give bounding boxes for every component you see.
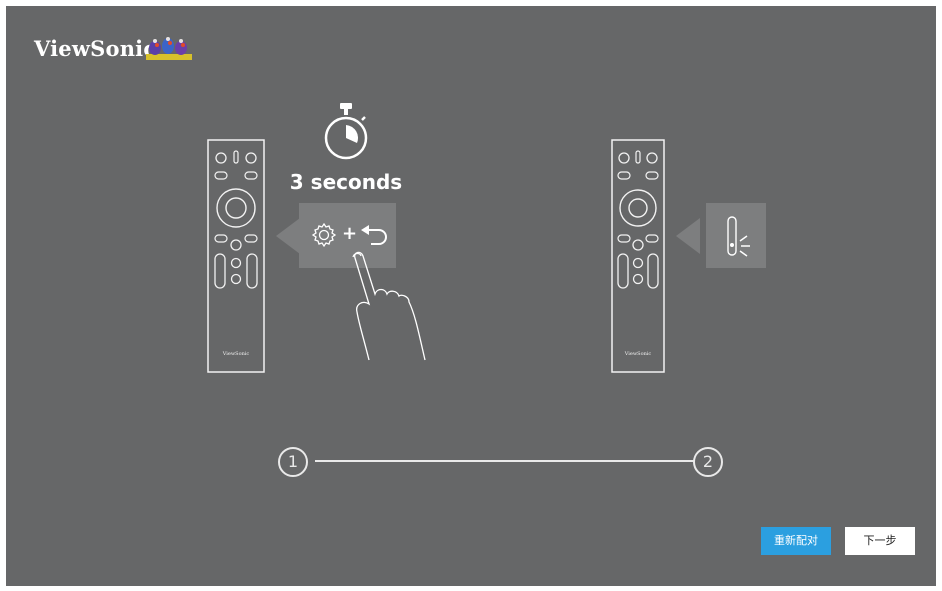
next-button[interactable]: 下一步 — [845, 527, 915, 555]
callout-pointer — [676, 218, 700, 254]
back-arrow-icon — [361, 225, 387, 245]
pairing-screen: ViewSonic ViewSonic 3 seconds + ViewSoni… — [6, 6, 936, 586]
remote-brand-label: ViewSonic — [624, 351, 652, 357]
timer-label: 3 seconds — [289, 170, 403, 194]
progress-line — [315, 460, 698, 462]
pointing-hand-icon — [352, 251, 426, 361]
step-indicator-2: 2 — [693, 447, 723, 477]
remote-control-step2: ViewSonic — [611, 139, 665, 373]
repair-button[interactable]: 重新配对 — [761, 527, 831, 555]
callout-pointer — [276, 218, 300, 254]
birds-logo-icon — [146, 37, 192, 60]
remote-control-step1: ViewSonic — [207, 139, 265, 373]
led-indicator-callout — [706, 203, 766, 268]
led-blink-icon — [727, 216, 750, 257]
stopwatch-icon — [324, 103, 368, 160]
plus-sign: + — [342, 223, 358, 244]
settings-gear-icon — [311, 222, 337, 248]
step-indicator-1: 1 — [278, 447, 308, 477]
viewsonic-logo: ViewSonic — [34, 36, 157, 61]
remote-brand-label: ViewSonic — [222, 351, 250, 357]
